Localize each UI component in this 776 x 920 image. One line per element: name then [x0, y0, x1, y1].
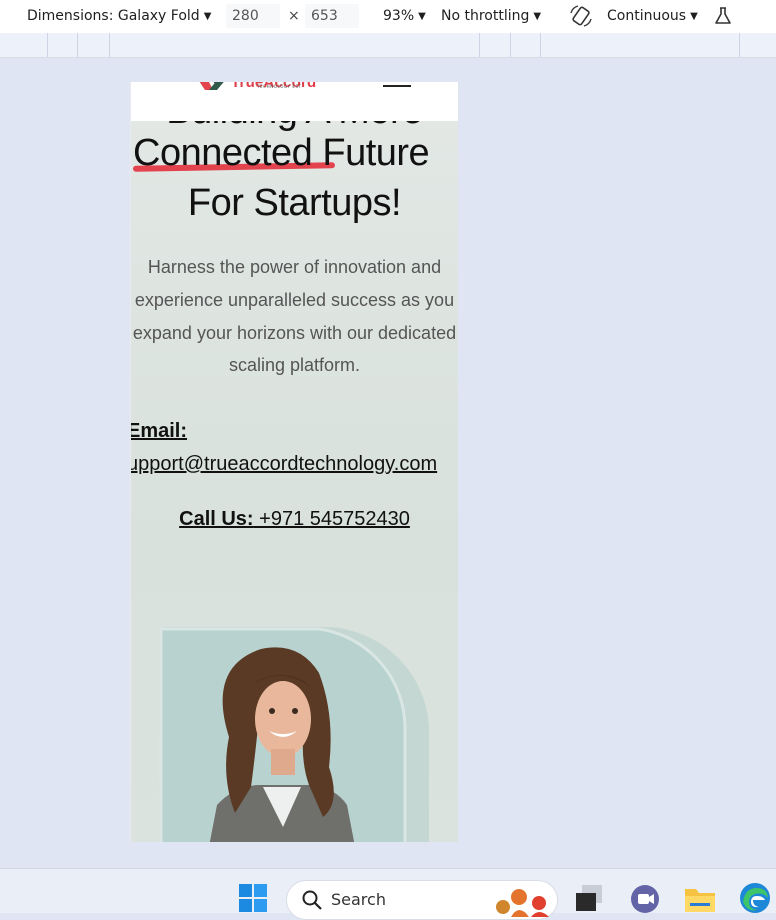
- ruler-tick: [540, 33, 541, 57]
- taskbar-search[interactable]: Search: [286, 880, 558, 920]
- mode-dropdown[interactable]: Continuous ▼: [607, 0, 698, 33]
- hero-line-2-rest: Future: [312, 132, 430, 174]
- ruler-tick: [479, 33, 480, 57]
- device-viewport: Building A More TrueAccord TECHNOLOGY ES…: [130, 82, 458, 842]
- people-illustration-icon: [496, 889, 549, 917]
- dimensions-dropdown[interactable]: Dimensions: Galaxy Fold ▼: [27, 0, 211, 33]
- ruler-tick: [510, 33, 511, 57]
- hero-paragraph-line: experience unparalleled success as you: [134, 290, 455, 310]
- throttling-dropdown[interactable]: No throttling ▼: [441, 0, 541, 33]
- call-label: Call Us:: [179, 508, 254, 530]
- hero-paragraph-line: expand your horizons with our dedicated: [132, 323, 457, 343]
- hero-highlight-word: Connected: [133, 132, 313, 174]
- throttling-label: No throttling: [441, 8, 530, 24]
- height-input[interactable]: 653: [305, 4, 359, 28]
- logo-mark-icon: [199, 82, 224, 90]
- ruler-tick: [77, 33, 78, 57]
- zoom-label: 93%: [383, 8, 415, 24]
- taskbar: Search: [0, 868, 776, 920]
- ruler-tick: [47, 33, 48, 57]
- call-value: +971 545752430: [253, 508, 410, 530]
- hero-paragraph-line: scaling platform.: [228, 355, 361, 375]
- search-label: Search: [331, 890, 386, 909]
- hero-line-3: For Startups!: [187, 182, 402, 224]
- site-header: TrueAccord TECHNOLOGY EST: [131, 82, 458, 121]
- logo[interactable]: TrueAccord TECHNOLOGY EST: [197, 82, 327, 96]
- email-label: Email:: [130, 420, 188, 442]
- chevron-down-icon: ▼: [203, 11, 212, 22]
- hero-portrait-image: [159, 627, 429, 842]
- edge-icon[interactable]: [739, 882, 771, 918]
- email-link[interactable]: support@trueaccordtechnology.com: [131, 453, 437, 476]
- file-explorer-icon[interactable]: [684, 885, 716, 917]
- chevron-down-icon: ▼: [418, 11, 426, 22]
- hero-paragraph-line: Harness the power of innovation and: [147, 257, 442, 277]
- zoom-dropdown[interactable]: 93% ▼: [383, 0, 426, 33]
- mode-label: Continuous: [607, 8, 687, 24]
- flask-icon[interactable]: [712, 5, 734, 27]
- times-sign: ×: [288, 8, 300, 24]
- hero-line-2: Connected Future: [133, 132, 458, 175]
- rotate-icon[interactable]: [568, 3, 594, 29]
- phone-link[interactable]: Call Us: +971 545752430: [131, 508, 458, 531]
- chevron-down-icon: ▼: [690, 11, 698, 22]
- device-toolbar: Dimensions: Galaxy Fold ▼ 280 × 653 93% ▼ …: [0, 0, 776, 33]
- chevron-down-icon: ▼: [533, 11, 542, 22]
- dimensions-label: Dimensions: Galaxy Fold: [27, 8, 200, 24]
- width-input[interactable]: 280: [226, 4, 280, 28]
- media-query-ruler[interactable]: [0, 33, 776, 58]
- logo-subtext: TECHNOLOGY EST: [257, 84, 302, 89]
- ruler-tick: [739, 33, 740, 57]
- menu-icon[interactable]: [383, 85, 411, 87]
- ruler-tick: [109, 33, 110, 57]
- search-icon: [302, 890, 322, 910]
